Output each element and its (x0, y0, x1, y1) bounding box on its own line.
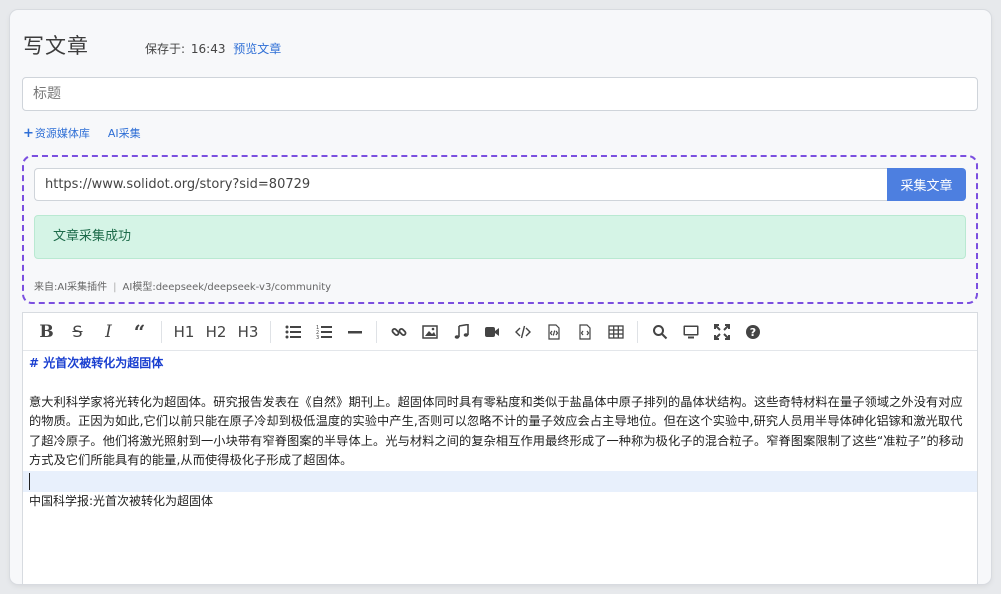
editor-window: 写文章 保存于: 16:43 预览文章 +资源媒体库 AI采集 采集文章 文章采… (10, 10, 991, 584)
bold-icon[interactable]: B (31, 317, 62, 347)
html-file-icon[interactable] (569, 317, 600, 347)
code-file-icon[interactable] (538, 317, 569, 347)
media-library-label: 资源媒体库 (34, 127, 90, 140)
success-alert: 文章采集成功 (34, 215, 966, 259)
search-icon[interactable] (644, 317, 675, 347)
fullscreen-icon[interactable] (706, 317, 737, 347)
code-icon[interactable] (507, 317, 538, 347)
editor-toolbar: B S I “ H1 H2 H3 123 ? (23, 313, 977, 351)
helper-links: +资源媒体库 AI采集 (23, 125, 141, 141)
source-divider: | (113, 282, 117, 293)
link-icon[interactable] (383, 317, 414, 347)
save-status: 保存于: 16:43 预览文章 (145, 40, 281, 57)
h3-button[interactable]: H3 (232, 317, 264, 347)
page-header: 写文章 保存于: 16:43 预览文章 (23, 30, 281, 60)
source-info: 来自:AI采集插件 | AI模型:deepseek/deepseek-v3/comm… (34, 278, 331, 293)
markdown-editor: B S I “ H1 H2 H3 123 ? # 光首次被转化为超固体 意大利科… (22, 312, 978, 584)
svg-text:3: 3 (316, 335, 319, 340)
ai-collect-link[interactable]: AI采集 (108, 125, 141, 141)
media-library-link[interactable]: +资源媒体库 (23, 125, 90, 141)
h2-button[interactable]: H2 (200, 317, 232, 347)
toolbar-divider (270, 320, 271, 343)
toolbar-divider (376, 320, 377, 343)
markdown-heading: # 光首次被转化为超固体 (29, 356, 164, 370)
active-cursor-line (23, 470, 977, 492)
preview-link[interactable]: 预览文章 (233, 42, 281, 56)
saved-label: 保存于: (145, 42, 186, 56)
title-input[interactable] (22, 77, 978, 111)
table-icon[interactable] (600, 317, 631, 347)
toolbar-divider (161, 320, 162, 343)
editor-content[interactable]: # 光首次被转化为超固体 意大利科学家将光转化为超固体。研究报告发表在《自然》期… (23, 354, 977, 511)
saved-time: 16:43 (190, 42, 226, 56)
h1-button[interactable]: H1 (168, 317, 200, 347)
ordered-list-icon[interactable]: 123 (308, 317, 339, 347)
url-row: 采集文章 (34, 168, 966, 201)
strikethrough-icon[interactable]: S (62, 317, 93, 347)
horizontal-rule-icon[interactable] (339, 317, 370, 347)
audio-icon[interactable] (445, 317, 476, 347)
ai-collect-panel: 采集文章 文章采集成功 来自:AI采集插件 | AI模型:deepseek/deep… (22, 155, 978, 304)
unordered-list-icon[interactable] (277, 317, 308, 347)
help-icon[interactable]: ? (737, 317, 768, 347)
collect-article-button[interactable]: 采集文章 (887, 168, 966, 201)
toolbar-divider (637, 320, 638, 343)
source-label: 来自:AI采集插件 (34, 282, 108, 293)
url-input[interactable] (34, 168, 887, 201)
article-paragraph: 意大利科学家将光转化为超固体。研究报告发表在《自然》期刊上。超固体同时具有零粘度… (29, 394, 964, 468)
italic-icon[interactable]: I (93, 317, 124, 347)
quote-icon[interactable]: “ (124, 317, 155, 347)
page-title: 写文章 (23, 34, 89, 58)
svg-text:?: ? (749, 326, 755, 339)
video-icon[interactable] (476, 317, 507, 347)
plus-icon: + (23, 126, 34, 141)
model-label: AI模型:deepseek/deepseek-v3/community (122, 282, 332, 293)
preview-icon[interactable] (675, 317, 706, 347)
image-icon[interactable] (414, 317, 445, 347)
article-source-line: 中国科学报:光首次被转化为超固体 (29, 493, 214, 508)
